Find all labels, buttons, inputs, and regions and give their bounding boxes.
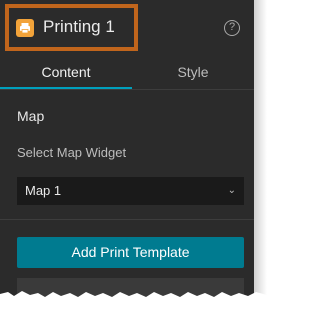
map-widget-select-value: Map 1 [25,183,62,198]
map-section-heading: Map [17,108,45,124]
panel-shadow [254,0,267,315]
tab-style[interactable]: Style [132,58,254,89]
tab-content-label: Content [41,64,91,80]
help-icon[interactable]: ? [224,20,240,36]
panel-header: Printing 1 ? [0,0,254,58]
select-map-widget-label: Select Map Widget [17,145,127,160]
active-tab-indicator [0,87,132,89]
add-print-template-button[interactable]: Add Print Template [17,237,244,268]
map-widget-select[interactable]: Map 1 ⌄ [17,177,244,205]
torn-edge [0,291,267,315]
chevron-down-icon: ⌄ [227,185,236,196]
tab-content[interactable]: Content [0,58,132,89]
title-highlight-box [5,4,138,51]
tab-bar: Content Style [0,58,254,90]
section-divider [0,219,254,220]
tab-style-label: Style [177,64,209,80]
settings-panel: Printing 1 ? Content Style Map Select Ma… [0,0,254,315]
